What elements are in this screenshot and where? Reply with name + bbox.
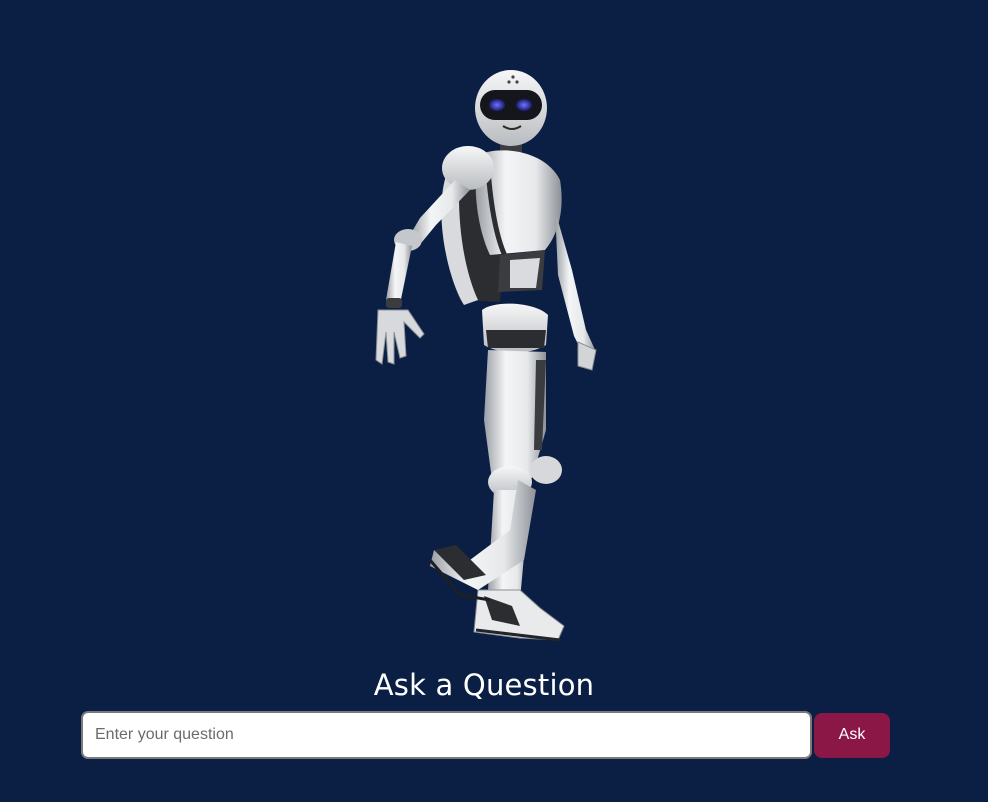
ask-form: Ask [81,711,890,759]
robot-image [360,60,620,650]
question-input[interactable] [81,711,812,759]
ask-button[interactable]: Ask [814,712,890,758]
page: Ask a Question Ask [0,0,988,802]
page-title: Ask a Question [373,668,595,702]
